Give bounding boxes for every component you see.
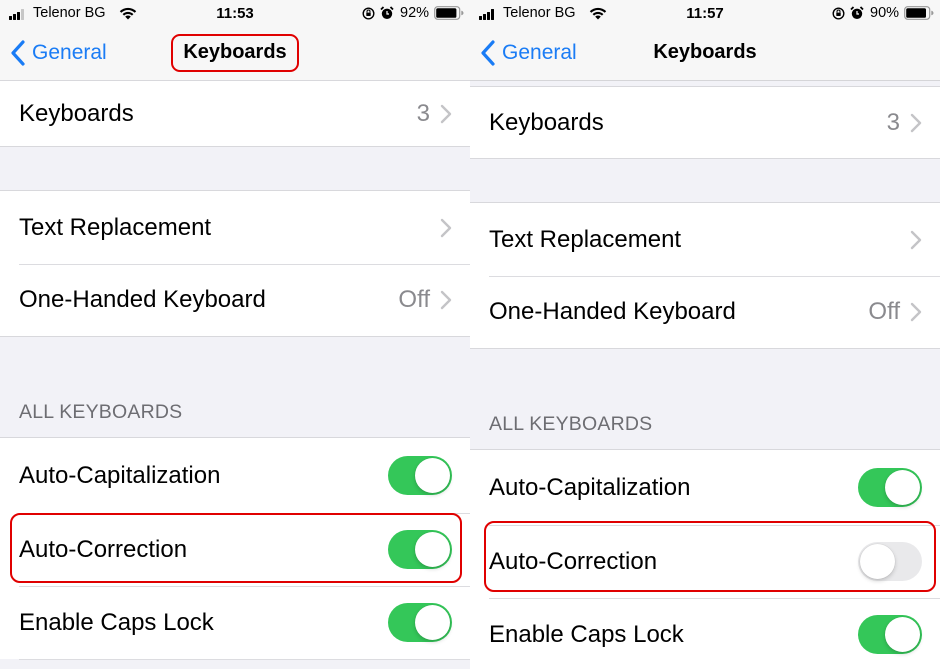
toggle-knob: [885, 617, 920, 652]
chevron-right-icon: [440, 290, 452, 310]
chevron-right-icon: [910, 302, 922, 322]
status-bar: Telenor BG 11:53 92%: [0, 0, 470, 28]
row-label: Keyboards: [19, 99, 134, 127]
navigation-bar: General Keyboards: [470, 28, 940, 81]
keyboards-count: 3: [416, 99, 430, 127]
keyboards-group: Keyboards 3: [470, 86, 940, 159]
keyboards-group: Keyboards 3: [0, 80, 470, 147]
settings-screen-after: Telenor BG 11:57 90% General Keyboards K…: [470, 0, 940, 669]
chevron-right-icon: [910, 113, 922, 132]
one-handed-value: Off: [868, 298, 900, 325]
keyboards-row[interactable]: Keyboards 3: [0, 81, 470, 146]
all-keyboards-group: Auto-Capitalization Auto-Correction Enab…: [470, 449, 940, 669]
text-replacement-row[interactable]: Text Replacement: [470, 203, 940, 276]
chevron-right-icon: [440, 104, 452, 123]
row-label: Auto-Capitalization: [19, 461, 221, 489]
enable-caps-lock-toggle[interactable]: [388, 603, 452, 642]
one-handed-keyboard-row[interactable]: One-Handed Keyboard Off: [470, 276, 940, 348]
enable-caps-lock-toggle[interactable]: [858, 615, 922, 654]
status-bar: Telenor BG 11:57 90%: [470, 0, 940, 28]
settings-screen-before: Telenor BG 11:53 92% General Keyboards K…: [0, 0, 470, 669]
row-divider: [19, 659, 470, 660]
row-label: Enable Caps Lock: [489, 620, 684, 648]
one-handed-keyboard-row[interactable]: One-Handed Keyboard Off: [0, 264, 470, 336]
auto-correction-toggle[interactable]: [388, 530, 452, 569]
rotation-lock-icon: [832, 7, 845, 20]
text-options-group: Text Replacement One-Handed Keyboard Off: [0, 190, 470, 337]
row-label: Auto-Correction: [489, 547, 658, 575]
alarm-icon: [380, 6, 394, 19]
enable-caps-lock-row: Enable Caps Lock: [470, 598, 940, 669]
auto-correction-row: Auto-Correction: [0, 513, 470, 586]
section-header-all-keyboards: ALL KEYBOARDS: [19, 401, 183, 423]
battery-icon: [904, 6, 934, 20]
chevron-right-icon: [440, 218, 452, 237]
navigation-bar: General Keyboards: [0, 28, 470, 81]
keyboards-row[interactable]: Keyboards 3: [470, 87, 940, 158]
row-label: Text Replacement: [489, 225, 682, 253]
row-label: Keyboards: [489, 108, 604, 136]
row-label: Enable Caps Lock: [19, 608, 214, 636]
row-label: Text Replacement: [19, 213, 212, 241]
alarm-icon: [850, 6, 864, 19]
toggle-knob: [415, 605, 450, 640]
auto-capitalization-toggle[interactable]: [858, 468, 922, 507]
rotation-lock-icon: [362, 7, 375, 20]
auto-capitalization-toggle[interactable]: [388, 456, 452, 495]
keyboards-count: 3: [886, 108, 900, 136]
auto-capitalization-row: Auto-Capitalization: [470, 450, 940, 525]
toggle-knob: [860, 544, 895, 579]
page-title: Keyboards: [653, 41, 757, 63]
all-keyboards-group: Auto-Capitalization Auto-Correction Enab…: [0, 437, 470, 660]
auto-correction-row: Auto-Correction: [470, 525, 940, 598]
text-replacement-row[interactable]: Text Replacement: [0, 191, 470, 264]
row-label: Auto-Correction: [19, 535, 188, 563]
toggle-knob: [885, 470, 920, 505]
enable-caps-lock-row: Enable Caps Lock: [0, 586, 470, 659]
section-header-all-keyboards: ALL KEYBOARDS: [489, 413, 653, 435]
row-label: One-Handed Keyboard: [19, 286, 266, 313]
row-label: Auto-Capitalization: [489, 473, 691, 501]
row-label: One-Handed Keyboard: [489, 298, 736, 325]
toggle-knob: [415, 458, 450, 493]
one-handed-value: Off: [398, 286, 430, 313]
auto-capitalization-row: Auto-Capitalization: [0, 438, 470, 513]
chevron-right-icon: [910, 230, 922, 249]
battery-percent: 92%: [400, 5, 430, 21]
text-options-group: Text Replacement One-Handed Keyboard Off: [470, 202, 940, 349]
title-highlight-box: [171, 34, 299, 72]
battery-percent: 90%: [870, 5, 900, 21]
battery-icon: [434, 6, 464, 20]
toggle-knob: [415, 532, 450, 567]
auto-correction-toggle[interactable]: [858, 542, 922, 581]
